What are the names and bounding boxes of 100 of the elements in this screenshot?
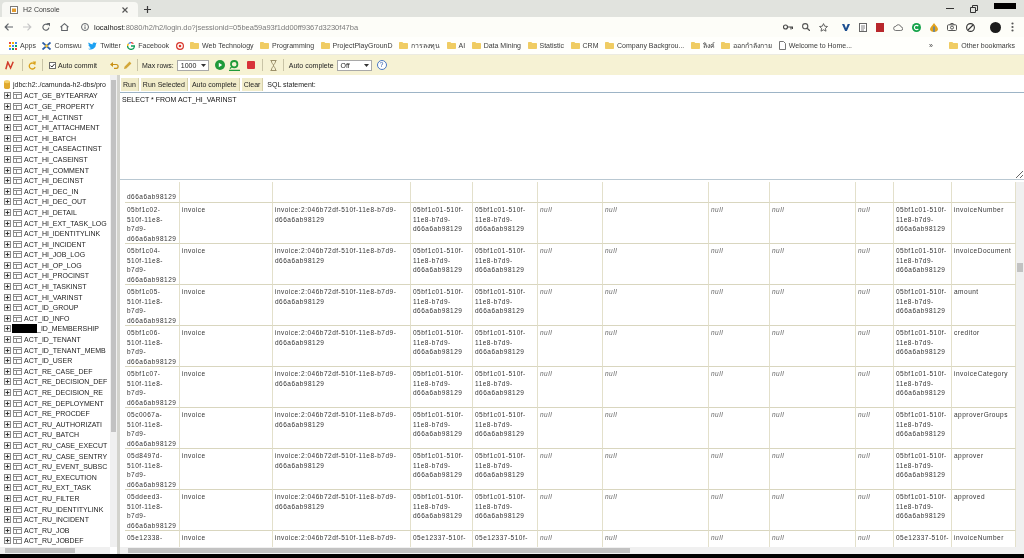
table-icon (13, 442, 22, 449)
table-icon (13, 251, 22, 259)
hourglass-icon[interactable] (269, 59, 277, 71)
expand-icon[interactable] (4, 367, 11, 375)
home-icon[interactable] (60, 23, 69, 31)
magnifier-icon[interactable] (802, 23, 810, 31)
expand-icon[interactable] (4, 113, 11, 121)
expand-icon[interactable] (4, 526, 11, 534)
expand-icon[interactable] (4, 442, 11, 449)
horizontal-scrollbar[interactable] (0, 547, 110, 554)
expand-icon[interactable] (4, 230, 11, 238)
zigzag-icon[interactable] (5, 60, 14, 70)
table-icon (13, 230, 22, 238)
expand-icon[interactable] (4, 208, 11, 216)
table-cell (856, 182, 894, 203)
expand-icon[interactable] (4, 166, 11, 174)
expand-icon[interactable] (4, 473, 11, 481)
expand-icon[interactable] (4, 505, 11, 513)
expand-icon[interactable] (4, 463, 11, 471)
table-icon (13, 92, 22, 100)
bookmark-link[interactable] (175, 41, 184, 50)
expand-icon[interactable] (4, 357, 11, 365)
scrollbar-thumb[interactable] (128, 548, 630, 553)
menu-icon[interactable] (1011, 22, 1014, 32)
bird-icon (88, 41, 98, 50)
reload-icon[interactable] (42, 23, 50, 31)
expand-icon[interactable] (4, 145, 11, 153)
expand-icon[interactable] (4, 187, 11, 195)
expand-icon[interactable] (4, 304, 11, 312)
slashed-circle-icon[interactable] (966, 22, 975, 32)
expand-icon[interactable] (4, 103, 11, 110)
circle-icon[interactable] (912, 22, 921, 32)
multicolor-ring-icon (127, 41, 136, 50)
expand-icon[interactable] (4, 177, 11, 185)
caret-icon (363, 63, 369, 67)
square-icon[interactable] (876, 22, 884, 32)
stop-icon[interactable] (246, 61, 255, 69)
expand-icon[interactable] (4, 431, 11, 439)
expand-icon[interactable] (4, 378, 11, 386)
drop-icon[interactable] (930, 22, 938, 32)
window-icon (10, 5, 18, 14)
checkbox[interactable] (49, 61, 56, 69)
expand-icon[interactable] (4, 283, 11, 291)
folder-icon (471, 42, 481, 49)
close-icon[interactable] (122, 6, 128, 13)
key-icon[interactable] (783, 24, 793, 30)
scrollbar-thumb[interactable] (1017, 263, 1023, 272)
expand-icon[interactable] (4, 92, 11, 100)
table-icon (13, 399, 22, 407)
expand-icon[interactable] (4, 325, 11, 333)
scrollbar-thumb[interactable] (5, 548, 75, 553)
cloud-icon[interactable] (893, 23, 903, 31)
expand-icon[interactable] (4, 261, 11, 269)
info-icon[interactable] (81, 23, 89, 31)
table-cell (894, 182, 952, 203)
expand-icon[interactable] (4, 336, 11, 344)
folder-icon (949, 42, 959, 49)
table-icon (13, 526, 22, 534)
expand-icon[interactable] (4, 484, 11, 492)
document-icon[interactable] (859, 22, 867, 32)
scrollbar-thumb[interactable] (111, 80, 116, 432)
camera-icon[interactable] (947, 23, 957, 31)
expand-icon[interactable] (4, 452, 11, 460)
expand-icon[interactable] (4, 410, 11, 418)
plus-icon[interactable] (144, 6, 151, 13)
expand-icon[interactable] (4, 314, 11, 322)
expand-icon[interactable] (4, 251, 11, 259)
vertical-scrollbar[interactable] (1016, 182, 1024, 547)
back-icon[interactable] (4, 23, 13, 31)
expand-icon[interactable] (4, 272, 11, 280)
expand-icon[interactable] (4, 134, 11, 142)
expand-icon[interactable] (4, 198, 11, 206)
table-icon (13, 420, 22, 428)
horizontal-scrollbar[interactable] (120, 547, 1016, 554)
magnifier-icon[interactable] (228, 59, 240, 71)
expand-icon[interactable] (4, 494, 11, 502)
vertical-scrollbar[interactable] (110, 75, 117, 547)
expand-icon[interactable] (4, 124, 11, 132)
folder-icon (690, 42, 700, 49)
table-cell (709, 182, 770, 203)
restore-icon[interactable] (970, 4, 978, 13)
table-icon (13, 124, 22, 132)
expand-icon[interactable] (4, 389, 11, 396)
expand-icon[interactable] (4, 293, 11, 301)
expand-icon[interactable] (4, 240, 11, 248)
chevron-icon[interactable] (842, 23, 850, 31)
table-icon (13, 378, 22, 386)
table-icon (13, 113, 22, 121)
expand-icon[interactable] (4, 155, 11, 163)
avatar-icon[interactable] (990, 21, 1001, 33)
expand-icon[interactable] (4, 516, 11, 524)
star-icon[interactable] (819, 22, 828, 32)
play-icon[interactable] (214, 60, 225, 70)
expand-icon[interactable] (4, 399, 11, 407)
expand-icon[interactable] (4, 537, 11, 545)
table-icon (13, 505, 22, 513)
expand-icon[interactable] (4, 420, 11, 428)
table-icon (13, 177, 22, 185)
expand-icon[interactable] (4, 219, 11, 227)
expand-icon[interactable] (4, 346, 11, 354)
